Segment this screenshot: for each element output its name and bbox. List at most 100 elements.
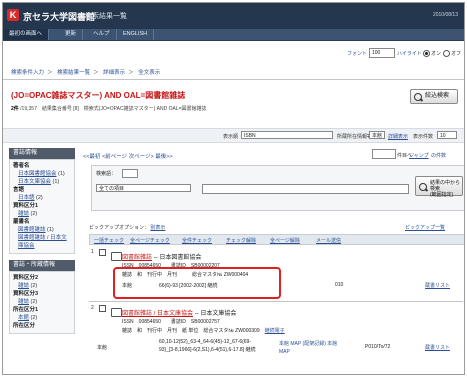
search-within-button-label: 結果の中から検索 <box>430 180 461 192</box>
crumb-fulltext[interactable]: 全文表示 <box>138 70 160 76</box>
facet-body-bib: 著者名 日本図書館協会 (1) 日本文庫協会 (1) 言語 日本語 (2) 資料… <box>9 159 75 254</box>
facet-item[interactable]: 日本語 (2) <box>13 194 71 202</box>
facet-title: 所在区分1 <box>13 307 39 313</box>
nav-home[interactable]: 最初の画面へ <box>3 29 50 40</box>
op-uncheck[interactable]: チェック解除 <box>226 237 256 244</box>
facet-item[interactable]: 図書館雑誌 / 日本文庫協会 <box>13 234 71 250</box>
facet-title: 資料区分3 <box>13 291 39 297</box>
record-title: 図書館雑誌 -- 日本図書館協会 <box>122 255 202 261</box>
journal-icon <box>111 252 122 261</box>
journal-icon <box>111 308 122 317</box>
per-page-select[interactable]: 10 <box>437 131 457 139</box>
search-within-button[interactable]: 結果の中から検索 (範囲指定) <box>415 176 463 198</box>
search-within-button-sub: (範囲指定) <box>430 192 454 198</box>
facet-title: 叢書名 <box>13 219 30 225</box>
facet-item[interactable]: 雑誌 (2) <box>13 298 71 306</box>
record-number: 2 <box>91 305 94 311</box>
highlight-on-label: オン <box>431 51 442 57</box>
pickup-list-link[interactable]: ピックアップ一覧 <box>405 224 445 231</box>
library-logo-icon: K <box>7 9 19 21</box>
display-order-select[interactable]: ISBN <box>241 131 333 139</box>
record-divider <box>89 301 463 302</box>
holding-map-links[interactable]: 本館 MAP (配架記録) 本館 MAP <box>279 340 339 356</box>
holdings-list-link[interactable]: 蔵書リスト <box>425 282 450 289</box>
query-title: (JO=OPAC雑誌マスター) AND OAL=図書館雑誌 <box>11 91 186 100</box>
search-within-panel: 検索語： 全ての項目 結果の中から検索 (範囲指定) <box>91 165 464 211</box>
refine-search-label: 絞込検索 <box>425 93 450 99</box>
header-date: 2010/08/13 <box>432 12 458 18</box>
crumb-detail[interactable]: 詳細表示 <box>103 70 125 76</box>
header-bar: K 京セラ大学図書館 検索結果一覧 2010/08/13 <box>3 3 464 29</box>
op-uncheck-page[interactable]: 全ページ解除 <box>270 237 300 244</box>
page-name: 検索結果一覧 <box>85 13 127 20</box>
facet-item[interactable]: 雑誌 (2) <box>13 210 71 218</box>
holding-volumes: 60,10-12(52)_63-4_64-6(45)-12_67-6(69-93… <box>159 339 256 353</box>
op-check-all[interactable]: 一括チェック <box>94 237 124 244</box>
pager-rest: の件数 <box>431 153 447 159</box>
pickup-options: ピックアップオプション： 別表示 <box>89 224 165 231</box>
per-page-label: 表示件数 <box>413 134 434 140</box>
op-check-page[interactable]: 全ページチェック <box>130 237 170 244</box>
nav-refresh[interactable]: 更新 <box>59 29 84 40</box>
record-title-link[interactable]: 図書館雑誌 <box>122 255 152 261</box>
pager-links[interactable]: <<最初 <前ページ 次ページ> 最後>> <box>83 152 173 160</box>
search-within-input[interactable] <box>202 184 409 194</box>
search-within-small-input[interactable] <box>122 169 138 178</box>
facet-item[interactable]: 本館 (2) <box>13 314 71 322</box>
browser-frame: K 京セラ大学図書館 検索結果一覧 2010/08/13 最初の画面へ 更新 ヘ… <box>2 2 465 375</box>
highlight-off-label: オフ <box>451 51 462 57</box>
display-options: フォント 100 ハイライト オン オフ <box>3 47 464 59</box>
facet-item[interactable]: 日本文庫協会 (1) <box>13 178 71 186</box>
font-size-select[interactable]: 100 <box>369 48 395 58</box>
op-check-everything[interactable]: 全件チェック <box>182 237 212 244</box>
highlight-annotation <box>113 267 281 299</box>
holdings-label: 所蔵所在情報等 <box>337 134 373 140</box>
facet-item[interactable]: 日本図書館協会 (1) <box>13 170 71 178</box>
search-field-select[interactable]: 全ての項目 <box>96 184 191 192</box>
facet-sidebar: 書誌情報 著者名 日本図書館協会 (1) 日本文庫協会 (1) 言語 日本語 (… <box>9 148 75 374</box>
search-within-label: 検索語： <box>96 171 117 177</box>
facet-header-bib: 書誌情報 <box>9 148 75 159</box>
refine-search-button[interactable]: 絞込検索 <box>410 89 458 104</box>
main-nav: 最初の画面へ 更新 ヘルプ ENGLISH <box>3 29 464 41</box>
highlight-label: ハイライト <box>397 51 422 57</box>
hits-summary: 2件 /19,357 結果集合番号 [8] 検索式(JO=OPAC雑誌マスター)… <box>11 105 207 112</box>
holdings-detail-link[interactable]: 詳細表示 <box>388 133 408 140</box>
result-record: 2 図書館雑誌 / 日本文庫協会 -- 日本文庫協会 ISSN 00854650… <box>89 303 463 373</box>
record-title-link[interactable]: 図書館雑誌 / 日本文庫協会 <box>122 311 193 317</box>
holdings-select[interactable]: 本館 <box>369 131 385 139</box>
crumb-search-input[interactable]: 検索条件入力 <box>11 70 44 76</box>
search-icon <box>414 93 422 101</box>
facet-title: 著者名 <box>13 163 30 169</box>
hits-detail: /19,357 結果集合番号 [8] 検索式(JO=OPAC雑誌マスター) AN… <box>20 106 207 112</box>
facet-title: 言語 <box>13 187 25 193</box>
bulk-ops-bar: 一括チェック 全ページチェック 全件チェック チェック解除 全ページ解除 メール… <box>89 234 464 245</box>
facet-item[interactable]: 図書館雑誌 (1) <box>13 226 71 234</box>
nav-help[interactable]: ヘルプ <box>87 29 117 40</box>
sort-bar: 表示順 ISBN 所蔵所在情報等 本館 詳細表示 表示件数 10 <box>3 128 464 143</box>
record-title: 図書館雑誌 / 日本文庫協会 -- 日本文庫協会 <box>122 311 237 317</box>
facet-item[interactable]: 雑誌 (2) <box>13 282 71 290</box>
crumb-result-list[interactable]: 検索結果一覧 <box>57 70 90 76</box>
breadcrumb: 検索条件入力＞ 検索結果一覧＞ 詳細表示＞ 全文表示 <box>11 70 161 76</box>
hits-count: 2件 <box>11 106 19 112</box>
record-meta: 雑誌 和 刊行中 月刊 紙 単位 総合マスタ№ ZW000309 継続電子 <box>122 328 285 334</box>
record-issn: ISSN 00854650 書誌ID SB00002757 <box>122 319 220 325</box>
nav-english[interactable]: ENGLISH <box>117 29 155 40</box>
holdings-list-link[interactable]: 蔵書リスト <box>425 344 450 351</box>
holding-location: 本館 <box>97 345 108 351</box>
highlight-off-radio[interactable] <box>443 50 450 57</box>
jump-link[interactable]: ジャンプ <box>409 152 429 159</box>
font-size-label: フォント <box>347 51 368 57</box>
continuous-link[interactable]: 継続電子 <box>265 328 285 334</box>
highlight-on-radio[interactable] <box>423 50 430 57</box>
pickup-alt-view-link[interactable]: 別表示 <box>150 225 165 231</box>
facet-body-holdings: 資料区分2 雑誌 (2) 資料区分3 雑誌 (2) 所在区分1 本館 (2) 所… <box>9 271 75 334</box>
facet-title: 資料区分2 <box>13 275 39 281</box>
record-checkbox[interactable] <box>99 249 106 256</box>
record-checkbox[interactable] <box>99 305 106 312</box>
op-send-mail[interactable]: メール送信 <box>316 237 341 244</box>
record-number: 1 <box>91 249 94 255</box>
page-number-input[interactable] <box>372 149 396 159</box>
search-icon <box>419 183 427 191</box>
